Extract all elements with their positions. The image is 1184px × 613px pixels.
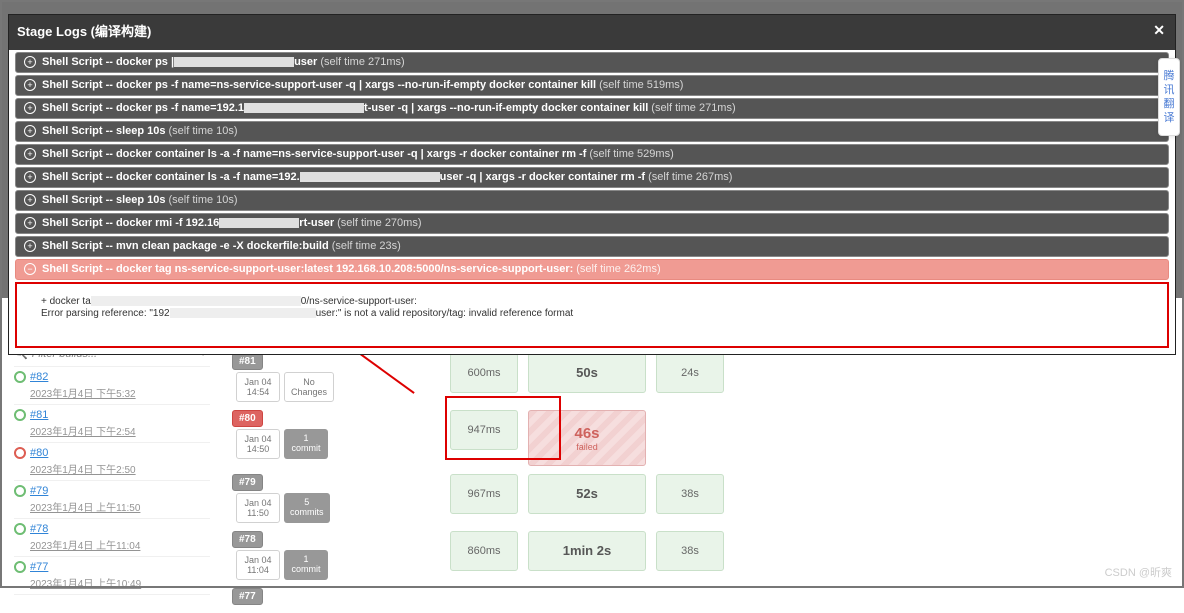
- log-label: Shell Script -- docker ps -f name=192.1: [42, 102, 244, 114]
- commits-box[interactable]: 5commits: [284, 493, 330, 523]
- build-item[interactable]: #772023年1月4日 上午10:49: [14, 557, 210, 595]
- build-badge[interactable]: #81: [232, 353, 263, 370]
- build-number[interactable]: #77: [30, 561, 48, 573]
- stage-cell[interactable]: 24s: [656, 353, 724, 393]
- build-date[interactable]: 2023年1月4日 上午11:04: [30, 537, 210, 552]
- plus-circle-icon: +: [24, 194, 36, 206]
- build-number[interactable]: #78: [30, 523, 48, 535]
- log-row[interactable]: + Shell Script -- sleep 10s(self time 10s…: [15, 190, 1169, 211]
- plus-circle-icon: +: [24, 102, 36, 114]
- stage-cell[interactable]: 52s: [528, 474, 646, 514]
- commits-box[interactable]: NoChanges: [284, 372, 334, 402]
- watermark: CSDN @昕爽: [1105, 564, 1172, 580]
- stage-cell[interactable]: 1min 2s: [528, 531, 646, 571]
- pipeline-row: #79 Jan 0411:505commits 967ms52s38s: [232, 474, 724, 523]
- log-label: Shell Script -- docker tag ns-service-su…: [42, 263, 573, 275]
- build-badge[interactable]: #79: [232, 474, 263, 491]
- stage-cell[interactable]: 38s: [656, 531, 724, 571]
- log-label: Shell Script -- docker ps -f name=ns-ser…: [42, 79, 596, 91]
- stage-logs-modal: Stage Logs (编译构建) ✕ + Shell Script -- doc…: [8, 14, 1176, 355]
- build-number[interactable]: #79: [30, 485, 48, 497]
- commits-box[interactable]: 1commit: [284, 550, 328, 580]
- log-label: Shell Script -- mvn clean package -e -X …: [42, 240, 329, 252]
- modal-title: Stage Logs (编译构建): [17, 21, 151, 40]
- error-output: + docker ta0/ns-service-support-user: Er…: [31, 284, 1153, 338]
- fail-icon: [14, 447, 26, 459]
- minus-circle-icon: −: [24, 263, 36, 275]
- log-label: Shell Script -- docker ps |: [42, 56, 174, 68]
- plus-circle-icon: +: [24, 217, 36, 229]
- build-number[interactable]: #81: [30, 409, 48, 421]
- build-item[interactable]: #82 2023年1月4日 下午5:32: [14, 367, 210, 405]
- translate-tab[interactable]: 腾讯翻译: [1158, 58, 1180, 136]
- success-icon: [14, 523, 26, 535]
- date-box: Jan 0411:04: [236, 550, 280, 580]
- plus-circle-icon: +: [24, 171, 36, 183]
- log-row[interactable]: + Shell Script -- sleep 10s(self time 10s…: [15, 121, 1169, 142]
- log-time: (self time 267ms): [648, 171, 732, 183]
- modal-header: Stage Logs (编译构建) ✕: [9, 15, 1175, 50]
- log-row[interactable]: + Shell Script -- docker container ls -a …: [15, 167, 1169, 188]
- log-row[interactable]: + Shell Script -- mvn clean package -e -X…: [15, 236, 1169, 257]
- log-label: Shell Script -- docker container ls -a -…: [42, 148, 586, 160]
- date-box: Jan 0414:54: [236, 372, 280, 402]
- log-time: (self time 10s): [169, 194, 238, 206]
- stage-cell[interactable]: 967ms: [450, 474, 518, 514]
- stage-cell[interactable]: 50s: [528, 353, 646, 393]
- plus-circle-icon: +: [24, 79, 36, 91]
- log-time: (self time 529ms): [589, 148, 673, 160]
- log-row[interactable]: + Shell Script -- docker container ls -a …: [15, 144, 1169, 165]
- log-label: Shell Script -- sleep 10s: [42, 125, 166, 137]
- plus-circle-icon: +: [24, 56, 36, 68]
- build-badge[interactable]: #78: [232, 531, 263, 548]
- build-date[interactable]: 2023年1月4日 上午11:50: [30, 499, 210, 514]
- log-time: (self time 23s): [332, 240, 401, 252]
- success-icon: [14, 485, 26, 497]
- log-time: (self time 271ms): [320, 56, 404, 68]
- build-badge[interactable]: #77: [232, 588, 263, 605]
- stage-cell[interactable]: 860ms: [450, 531, 518, 571]
- log-time: (self time 262ms): [576, 263, 660, 275]
- log-label: Shell Script -- docker container ls -a -…: [42, 171, 300, 183]
- log-row[interactable]: + Shell Script -- docker ps -f name=192.1…: [15, 98, 1169, 119]
- build-item[interactable]: #80 2023年1月4日 下午2:50: [14, 443, 210, 481]
- build-badge[interactable]: #80: [232, 410, 263, 427]
- log-row[interactable]: + Shell Script -- docker ps -f name=ns-se…: [15, 75, 1169, 96]
- build-number[interactable]: #80: [30, 447, 48, 459]
- build-item[interactable]: #78 2023年1月4日 上午11:04: [14, 519, 210, 557]
- build-date[interactable]: 2023年1月4日 下午5:32: [30, 385, 210, 400]
- plus-circle-icon: +: [24, 125, 36, 137]
- date-box: Jan 0411:50: [236, 493, 280, 523]
- log-time: (self time 270ms): [337, 217, 421, 229]
- build-item[interactable]: #79 2023年1月4日 上午11:50: [14, 481, 210, 519]
- build-item[interactable]: #81 2023年1月4日 下午2:54: [14, 405, 210, 443]
- success-icon: [14, 409, 26, 421]
- plus-circle-icon: +: [24, 240, 36, 252]
- log-row[interactable]: +Shell Script -- docker rmi -f 192.16rt-…: [15, 213, 1169, 234]
- annotation-fail-box: [445, 396, 561, 460]
- success-icon: [14, 371, 26, 383]
- stage-cell[interactable]: 38s: [656, 474, 724, 514]
- pipeline-row: #78 Jan 0411:041commit 860ms1min 2s38s: [232, 531, 724, 580]
- log-label: Shell Script -- docker rmi -f 192.16: [42, 217, 219, 229]
- log-label: Shell Script -- sleep 10s: [42, 194, 166, 206]
- date-box: Jan 0414:50: [236, 429, 280, 459]
- commits-box[interactable]: 1commit: [284, 429, 328, 459]
- log-time: (self time 10s): [169, 125, 238, 137]
- success-icon: [14, 561, 26, 573]
- stage-cell[interactable]: 600ms: [450, 353, 518, 393]
- plus-circle-icon: +: [24, 148, 36, 160]
- build-number[interactable]: #82: [30, 371, 48, 383]
- close-icon[interactable]: ✕: [1153, 22, 1165, 39]
- build-date[interactable]: 2023年1月4日 下午2:50: [30, 461, 210, 476]
- log-time: (self time 519ms): [599, 79, 683, 91]
- pipeline-row: #81 Jan 0414:54NoChanges 600ms50s24s: [232, 353, 724, 402]
- build-date[interactable]: 2023年1月4日 下午2:54: [30, 423, 210, 438]
- log-row[interactable]: +Shell Script -- docker ps |user(self ti…: [15, 52, 1169, 73]
- pipeline-row: #77: [232, 588, 724, 605]
- log-time: (self time 271ms): [651, 102, 735, 114]
- log-row-error[interactable]: − Shell Script -- docker tag ns-service-…: [15, 259, 1169, 280]
